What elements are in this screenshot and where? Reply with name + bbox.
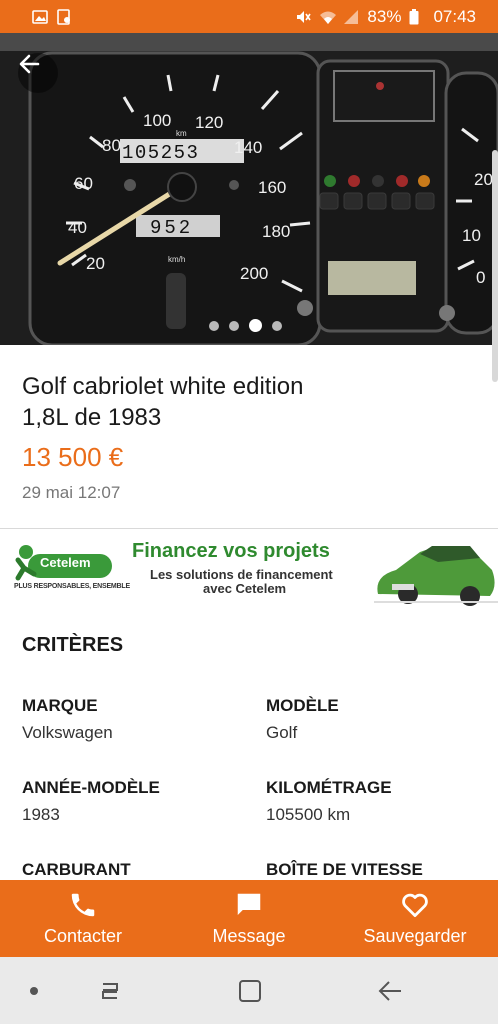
- listing-info: Golf cabriolet white edition 1,8L de 198…: [0, 345, 498, 529]
- criteria-brand: MARQUE Volkswagen: [22, 696, 113, 743]
- ad-headline: Financez vos projets: [132, 540, 330, 562]
- photo-gallery[interactable]: 20 40 60 80 100 120 140 160 180 200 20 1…: [0, 33, 498, 345]
- listing-price: 13 500 €: [22, 442, 124, 472]
- ad-banner[interactable]: Cetelem PLUS RESPONSABLES, ENSEMBLE Fina…: [0, 530, 498, 606]
- ad-subline-2: avec Cetelem: [203, 581, 287, 596]
- kmh-unit: km/h: [168, 255, 185, 264]
- mute-icon: [295, 9, 312, 25]
- speed-label-120: 120: [195, 113, 223, 132]
- save-button[interactable]: Sauvegarder: [332, 880, 498, 957]
- criteria-value: 105500 km: [266, 805, 351, 824]
- rpm-label-10: 10: [462, 226, 481, 245]
- save-label: Sauvegarder: [363, 926, 467, 946]
- action-bar: Contacter Message Sauvegarder: [0, 880, 498, 957]
- criteria-label: CARBURANT: [22, 860, 131, 879]
- speed-label-80: 80: [102, 136, 121, 155]
- criteria-value: 1983: [22, 805, 60, 824]
- status-bar: 83% 07:43: [0, 0, 498, 33]
- km-unit: km: [176, 129, 187, 138]
- criteria-year: ANNÉE-MODÈLE 1983: [22, 778, 160, 825]
- criteria-mileage: KILOMÉTRAGE 105500 km: [266, 778, 392, 825]
- gallery-dot[interactable]: [209, 320, 219, 331]
- system-back-button[interactable]: [374, 975, 406, 1007]
- title-line-1: Golf cabriolet white edition: [22, 373, 304, 400]
- battery-icon: [409, 8, 425, 25]
- chat-bubble-icon: [237, 893, 261, 915]
- criteria-model: MODÈLE Golf: [266, 696, 339, 743]
- criteria-title: CRITÈRES: [22, 634, 124, 656]
- dashboard-photo: 20 40 60 80 100 120 140 160 180 200 20 1…: [0, 33, 498, 345]
- signal-icon: [343, 9, 359, 25]
- ad-subline-1: Les solutions de financement: [150, 567, 333, 582]
- criteria-label: KILOMÉTRAGE: [266, 778, 392, 797]
- ad-tagline: PLUS RESPONSABLES, ENSEMBLE: [14, 583, 130, 590]
- criteria-value: Volkswagen: [22, 723, 113, 742]
- wifi-icon: [319, 9, 337, 25]
- system-nav-bar: [0, 957, 498, 1024]
- clock: 07:43: [433, 6, 476, 26]
- criteria-label: MODÈLE: [266, 696, 339, 715]
- save-icon: [56, 8, 72, 25]
- speed-label-180: 180: [262, 222, 290, 241]
- status-left: [32, 8, 72, 25]
- recent-apps-icon: [102, 983, 118, 999]
- speed-label-160: 160: [258, 178, 286, 197]
- recent-apps-button[interactable]: [94, 975, 126, 1007]
- criteria-label: ANNÉE-MODÈLE: [22, 778, 160, 797]
- image-icon: [32, 9, 48, 25]
- home-button[interactable]: [234, 975, 266, 1007]
- message-label: Message: [212, 926, 286, 946]
- battery-percent: 83%: [367, 6, 402, 26]
- gallery-dots[interactable]: [209, 319, 282, 332]
- back-arrow-icon: [378, 981, 401, 1001]
- contact-button[interactable]: Contacter: [0, 880, 166, 957]
- speed-label-140: 140: [234, 138, 262, 157]
- rpm-label-20: 20: [474, 170, 493, 189]
- gallery-dot-active[interactable]: [249, 319, 262, 332]
- criteria-fuel: CARBURANT: [22, 860, 131, 880]
- speed-label-60: 60: [74, 174, 93, 193]
- rpm-label-0: 0: [476, 268, 485, 287]
- phone-icon: [71, 893, 95, 917]
- odometer-text: 105253: [122, 142, 199, 164]
- speed-label-200: 200: [240, 264, 268, 283]
- arrow-left-icon: [19, 54, 40, 74]
- listing-title: Golf cabriolet white edition 1,8L de 198…: [22, 371, 476, 433]
- speed-label-100: 100: [143, 111, 171, 130]
- speed-label-20: 20: [86, 254, 105, 273]
- ad-logo: Cetelem: [40, 555, 91, 570]
- criteria-gearbox: BOÎTE DE VITESSE: [266, 860, 423, 880]
- dot-icon: [30, 987, 38, 995]
- gallery-dot[interactable]: [229, 320, 239, 331]
- home-square-icon: [239, 980, 261, 1002]
- criteria-label: MARQUE: [22, 696, 98, 715]
- gallery-dot[interactable]: [272, 320, 282, 331]
- criteria-label: BOÎTE DE VITESSE: [266, 860, 423, 879]
- title-line-2: 1,8L de 1983: [22, 404, 162, 431]
- nav-dot-button[interactable]: [18, 975, 50, 1007]
- heart-icon: [402, 893, 428, 917]
- listing-date: 29 mai 12:07: [22, 483, 121, 502]
- trip-text: 952: [150, 217, 193, 239]
- back-button[interactable]: [18, 53, 58, 93]
- status-right: 83% 07:43: [295, 7, 476, 27]
- criteria-value: Golf: [266, 723, 298, 742]
- message-button[interactable]: Message: [166, 880, 332, 957]
- contact-label: Contacter: [43, 926, 123, 946]
- speed-label-40: 40: [68, 218, 87, 237]
